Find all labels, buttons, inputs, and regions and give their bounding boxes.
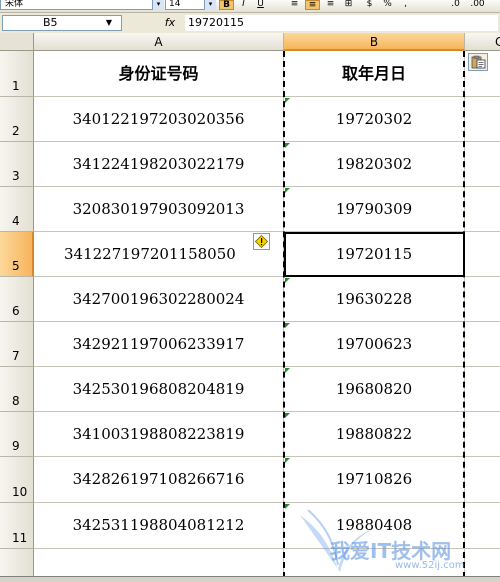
- row-number: 6: [12, 304, 20, 318]
- row-header[interactable]: 1: [0, 51, 34, 97]
- cell-a12[interactable]: [34, 549, 284, 576]
- cell-c3[interactable]: [465, 142, 500, 187]
- column-header-b[interactable]: B: [284, 33, 465, 51]
- error-indicator: [285, 413, 290, 418]
- clipboard-icon: [471, 55, 486, 69]
- paste-options-button[interactable]: [468, 53, 488, 71]
- row-number: 8: [12, 394, 20, 408]
- cell-c5[interactable]: [465, 232, 500, 277]
- currency-icon[interactable]: $: [362, 0, 377, 10]
- error-indicator: [285, 323, 290, 328]
- error-indicator: [285, 504, 290, 509]
- row-header[interactable]: 2: [0, 97, 34, 142]
- cell-a2[interactable]: 340122197203020356: [34, 97, 284, 142]
- italic-button[interactable]: I: [236, 0, 251, 10]
- cell-a1[interactable]: 身份证号码: [34, 51, 284, 97]
- cell-c8[interactable]: [465, 367, 500, 412]
- cell-c11[interactable]: [465, 503, 500, 549]
- error-indicator: [285, 143, 290, 148]
- name-box-value: B5: [43, 16, 58, 29]
- row-number: 7: [12, 349, 20, 363]
- error-smart-tag-button[interactable]: [253, 233, 270, 250]
- row-header[interactable]: 11: [0, 503, 34, 549]
- column-header-a[interactable]: A: [34, 33, 284, 51]
- cell-c7[interactable]: [465, 322, 500, 367]
- align-right-icon[interactable]: ≡: [323, 0, 338, 10]
- name-box-dropdown-icon[interactable]: ▼: [100, 16, 118, 30]
- cell-c6[interactable]: [465, 277, 500, 322]
- cell-b7[interactable]: 19700623: [284, 322, 465, 367]
- row-number: 1: [12, 79, 20, 93]
- cell-a8[interactable]: 342530196808204819: [34, 367, 284, 412]
- row-number: 11: [12, 531, 28, 545]
- error-indicator: [285, 458, 290, 463]
- cell-a5[interactable]: 341227197201158050: [34, 232, 284, 277]
- row-number: 2: [12, 124, 20, 138]
- cell-b8[interactable]: 19680820: [284, 367, 465, 412]
- cell-c2[interactable]: [465, 97, 500, 142]
- warning-icon: [255, 235, 268, 248]
- percent-button[interactable]: %: [380, 0, 395, 10]
- cell-b1[interactable]: 取年月日: [284, 51, 465, 97]
- cell-b3[interactable]: 19820302: [284, 142, 465, 187]
- merge-center-icon[interactable]: ⊞: [341, 0, 356, 10]
- row-header[interactable]: 10: [0, 457, 34, 503]
- row-header[interactable]: 6: [0, 277, 34, 322]
- cell-a7[interactable]: 342921197006233917: [34, 322, 284, 367]
- insert-function-icon[interactable]: fx: [162, 15, 178, 31]
- formula-bar: B5 ▼ fx 19720115: [0, 13, 500, 34]
- cell-b10[interactable]: 19710826: [284, 457, 465, 503]
- cell-a3[interactable]: 341224198203022179: [34, 142, 284, 187]
- row-number: 3: [12, 169, 20, 183]
- cell-b9[interactable]: 19880822: [284, 412, 465, 457]
- bold-button[interactable]: B: [219, 0, 234, 10]
- comma-style-icon[interactable]: ,: [398, 0, 413, 10]
- cell-a4[interactable]: 320830197903092013: [34, 187, 284, 232]
- row-number: 4: [12, 214, 20, 228]
- cell-a9[interactable]: 341003198808223819: [34, 412, 284, 457]
- sheet-tabs-bar[interactable]: [0, 576, 500, 582]
- row-header[interactable]: 9: [0, 412, 34, 457]
- formatting-toolbar: 宋体 ▾ 14 ▾ B I U ≡ ≡ ≡ ⊞ $ % , .0 .00: [0, 0, 500, 13]
- cell-c4[interactable]: [465, 187, 500, 232]
- column-header-c[interactable]: C: [465, 33, 500, 51]
- row-number: 10: [12, 485, 28, 499]
- cell-c10[interactable]: [465, 457, 500, 503]
- error-indicator: [285, 278, 290, 283]
- cell-a6[interactable]: 342700196302280024: [34, 277, 284, 322]
- font-size-value: 14: [169, 0, 181, 9]
- cell-b6[interactable]: 19630228: [284, 277, 465, 322]
- row-header[interactable]: 8: [0, 367, 34, 412]
- font-name-value: 宋体: [5, 0, 24, 9]
- row-header[interactable]: 3: [0, 142, 34, 187]
- cell-b2[interactable]: 19720302: [284, 97, 465, 142]
- worksheet-grid: A B C 1 身份证号码 取年月日 2 340122197203020356 …: [0, 33, 500, 576]
- formula-input[interactable]: 19720115: [185, 15, 498, 31]
- font-name-dropdown-icon[interactable]: ▾: [152, 0, 164, 10]
- error-indicator: [285, 98, 290, 103]
- select-all-corner[interactable]: [0, 33, 34, 51]
- row-header[interactable]: 7: [0, 322, 34, 367]
- cell-b4[interactable]: 19790309: [284, 187, 465, 232]
- error-indicator: [285, 368, 290, 373]
- error-indicator: [285, 188, 290, 193]
- cell-c9[interactable]: [465, 412, 500, 457]
- increase-decimal-icon[interactable]: .0: [448, 0, 463, 10]
- active-cell-border: [284, 232, 465, 277]
- row-header[interactable]: 4: [0, 187, 34, 232]
- row-number: 5: [12, 259, 20, 273]
- cell-a11[interactable]: 342531198804081212: [34, 503, 284, 549]
- underline-button[interactable]: U: [253, 0, 268, 10]
- font-name-select[interactable]: 宋体: [0, 0, 162, 10]
- row-header[interactable]: [0, 549, 34, 576]
- font-size-dropdown-icon[interactable]: ▾: [204, 0, 216, 10]
- row-header-selected[interactable]: 5: [0, 232, 34, 277]
- cell-a10[interactable]: 342826197108266716: [34, 457, 284, 503]
- watermark-url: www.52ij.com: [395, 560, 465, 571]
- align-center-icon[interactable]: ≡: [305, 0, 320, 10]
- decrease-decimal-icon[interactable]: .00: [470, 0, 485, 10]
- align-left-icon[interactable]: ≡: [287, 0, 302, 10]
- row-number: 9: [12, 439, 20, 453]
